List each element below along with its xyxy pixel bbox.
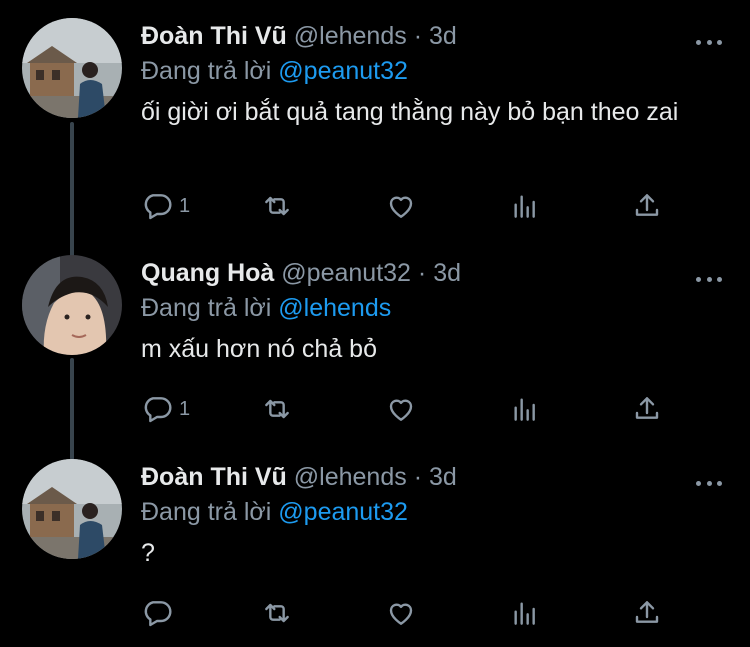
user-handle[interactable]: @peanut32 bbox=[281, 259, 411, 287]
more-icon[interactable] bbox=[696, 275, 722, 283]
mention-link[interactable]: @lehends bbox=[278, 294, 391, 322]
avatar[interactable] bbox=[22, 255, 122, 355]
views-icon bbox=[514, 195, 535, 218]
retweet-icon bbox=[265, 603, 289, 623]
more-icon[interactable] bbox=[696, 479, 722, 487]
views-button[interactable] bbox=[509, 391, 541, 427]
tweet-text: ? bbox=[141, 539, 155, 567]
replying-to: Đang trả lời @peanut32 bbox=[141, 52, 408, 90]
like-button[interactable] bbox=[385, 595, 417, 631]
like-button[interactable] bbox=[385, 391, 417, 427]
timestamp[interactable]: 3d bbox=[429, 22, 457, 50]
share-icon bbox=[635, 397, 659, 419]
avatar[interactable] bbox=[22, 18, 122, 118]
reply-count: 1 bbox=[179, 194, 191, 217]
mention-link[interactable]: @peanut32 bbox=[278, 498, 408, 526]
more-icon[interactable] bbox=[696, 38, 722, 46]
mention-link[interactable]: @peanut32 bbox=[278, 57, 408, 85]
user-handle[interactable]: @lehends bbox=[294, 463, 407, 491]
separator: · bbox=[413, 22, 423, 50]
reply-icon bbox=[144, 601, 172, 627]
retweet-icon bbox=[265, 399, 289, 419]
retweet-button[interactable] bbox=[261, 595, 293, 631]
retweet-button[interactable] bbox=[261, 391, 293, 427]
retweet-button[interactable] bbox=[261, 188, 293, 224]
replying-prefix: Đang trả lời bbox=[141, 294, 279, 322]
timestamp[interactable]: 3d bbox=[429, 463, 457, 491]
tweet-actions bbox=[141, 595, 701, 631]
separator: · bbox=[413, 463, 423, 491]
share-icon bbox=[635, 194, 659, 216]
tweet-actions: 1 bbox=[141, 391, 701, 427]
share-button[interactable] bbox=[631, 391, 663, 427]
tweet-text: ối giời ơi bắt quả tang thằng này bỏ bạn… bbox=[141, 98, 679, 126]
user-handle[interactable]: @lehends bbox=[294, 22, 407, 50]
avatar[interactable] bbox=[22, 459, 122, 559]
share-button[interactable] bbox=[631, 188, 663, 224]
avatar-photo bbox=[22, 255, 122, 355]
share-button[interactable] bbox=[631, 595, 663, 631]
views-icon bbox=[514, 602, 535, 625]
reply-button[interactable]: 1 bbox=[141, 391, 190, 427]
reply-button[interactable]: 1 bbox=[141, 188, 190, 224]
avatar-photo bbox=[22, 18, 122, 118]
like-icon bbox=[389, 399, 413, 421]
views-icon bbox=[514, 398, 535, 421]
reply-icon bbox=[144, 397, 172, 423]
like-button[interactable] bbox=[385, 188, 417, 224]
display-name[interactable]: Quang Hoà bbox=[141, 259, 274, 287]
like-icon bbox=[389, 196, 413, 218]
tweet-header: Đoàn Thi Vũ @lehends · 3d bbox=[141, 16, 457, 56]
thread-line bbox=[70, 122, 74, 258]
like-icon bbox=[389, 603, 413, 625]
replying-prefix: Đang trả lời bbox=[141, 498, 279, 526]
replying-prefix: Đang trả lời bbox=[141, 57, 279, 85]
share-icon bbox=[635, 601, 659, 623]
reply-count: 1 bbox=[179, 397, 191, 420]
reply-button[interactable] bbox=[141, 595, 179, 631]
replying-to: Đang trả lời @peanut32 bbox=[141, 493, 408, 531]
views-button[interactable] bbox=[509, 188, 541, 224]
display-name[interactable]: Đoàn Thi Vũ bbox=[141, 463, 287, 491]
reply-icon bbox=[144, 194, 172, 220]
timestamp[interactable]: 3d bbox=[433, 259, 461, 287]
separator: · bbox=[417, 259, 427, 287]
views-button[interactable] bbox=[509, 595, 541, 631]
tweet-header: Quang Hoà @peanut32 · 3d bbox=[141, 253, 461, 293]
avatar-photo bbox=[22, 459, 122, 559]
tweet-text: m xấu hơn nó chả bỏ bbox=[141, 335, 377, 363]
display-name[interactable]: Đoàn Thi Vũ bbox=[141, 22, 287, 50]
thread-line bbox=[70, 358, 74, 460]
tweet-header: Đoàn Thi Vũ @lehends · 3d bbox=[141, 457, 457, 497]
retweet-icon bbox=[265, 196, 289, 216]
tweet-actions: 1 bbox=[141, 188, 701, 224]
replying-to: Đang trả lời @lehends bbox=[141, 289, 391, 327]
